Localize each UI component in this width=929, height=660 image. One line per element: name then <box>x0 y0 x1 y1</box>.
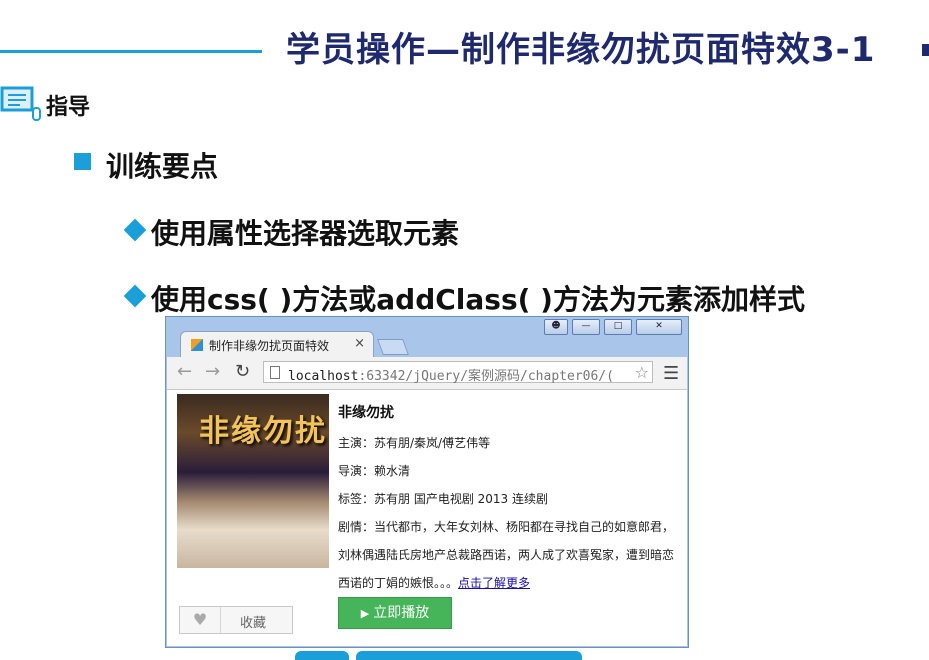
maximize-button[interactable]: □ <box>604 319 632 335</box>
bottom-decoration <box>295 651 349 660</box>
bottom-decoration <box>356 651 582 660</box>
heart-icon: ♥ <box>180 607 221 633</box>
favorite-button[interactable]: ♥ 收藏 <box>179 606 293 634</box>
more-link[interactable]: 点击了解更多 <box>458 576 530 590</box>
square-bullet-icon <box>74 153 91 170</box>
slide-title: 学员操作—制作非缘勿扰页面特效3-1 <box>286 30 876 70</box>
address-bar[interactable]: localhost:63342/jQuery/案例源码/chapter06/( … <box>263 361 653 384</box>
guide-label: 指导 <box>46 95 91 120</box>
page-icon <box>270 366 280 379</box>
tab-favicon-icon <box>191 339 203 351</box>
favorite-label: 收藏 <box>240 616 267 631</box>
movie-plot: 刘林偶遇陆氏房地产总裁路西诺，两人成了欢喜冤家，遭到暗恋 <box>338 548 675 562</box>
sub-point: 使用属性选择器选取元素 <box>151 217 460 250</box>
browser-toolbar: ← → ↻ localhost:63342/jQuery/案例源码/chapte… <box>167 357 687 390</box>
menu-icon[interactable]: ☰ <box>663 363 679 384</box>
url-text[interactable]: localhost:63342/jQuery/案例源码/chapter06/( <box>288 365 624 384</box>
diamond-bullet-icon <box>123 218 147 242</box>
tab-title: 制作非缘勿扰页面特效 <box>209 339 330 353</box>
movie-director: 导演：赖水清 <box>338 464 411 478</box>
play-icon: ▶ <box>360 607 370 620</box>
movie-plot: 剧情：当代都市，大年女刘林、杨阳都在寻找自己的如意郎君， <box>338 520 675 534</box>
diamond-bullet-icon <box>123 284 147 308</box>
minimize-button[interactable]: — <box>572 319 600 335</box>
user-icon[interactable]: ☻ <box>544 319 568 335</box>
forward-arrow-icon[interactable]: → <box>205 361 220 382</box>
title-mark <box>922 44 929 56</box>
movie-cast: 主演：苏有朋/秦岚/傅艺伟等 <box>338 436 491 450</box>
window-controls: ☻ — □ ✕ <box>544 319 682 335</box>
title-rule <box>0 50 262 53</box>
tab-close-icon[interactable]: × <box>354 336 365 351</box>
section-title: 训练要点 <box>106 150 219 183</box>
reload-icon[interactable]: ↻ <box>235 361 250 382</box>
bookmark-star-icon[interactable]: ☆ <box>635 363 649 382</box>
play-button[interactable]: ▶ 立即播放 <box>338 597 452 629</box>
browser-window: ☻ — □ ✕ 制作非缘勿扰页面特效 × ← → ↻ localhost:633… <box>165 316 689 648</box>
movie-plot: 西诺的丁娟的嫉恨。。。点击了解更多 <box>338 576 531 590</box>
movie-title: 非缘勿扰 <box>338 405 394 421</box>
close-window-button[interactable]: ✕ <box>636 319 682 335</box>
page-content: 非缘勿扰 ♥ 收藏 非缘勿扰 主演：苏有朋/秦岚/傅艺伟等 导演：赖水清 标签：… <box>167 390 687 646</box>
browser-tab[interactable]: 制作非缘勿扰页面特效 × <box>180 331 374 357</box>
poster-title: 非缘勿扰 <box>199 414 327 449</box>
movie-poster: 非缘勿扰 <box>177 394 329 568</box>
movie-tags: 标签：苏有朋 国产电视剧 2013 连续剧 <box>338 492 548 506</box>
sub-point: 使用css( )方法或addClass( )方法为元素添加样式 <box>151 283 805 316</box>
monitor-icon <box>0 86 41 121</box>
back-arrow-icon[interactable]: ← <box>177 361 192 382</box>
new-tab-button[interactable] <box>377 339 409 355</box>
